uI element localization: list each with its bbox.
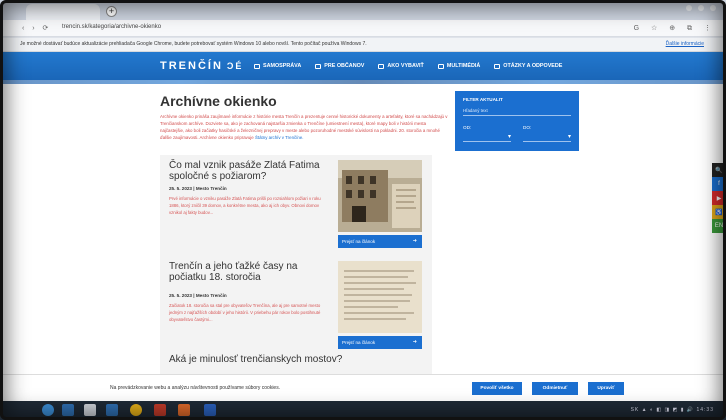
minimize-button[interactable] [686, 5, 692, 11]
people-icon [315, 63, 322, 69]
date-from-select[interactable]: ▾ [463, 133, 511, 142]
search-icon[interactable]: 🔍 [712, 163, 726, 177]
update-infobar: Je možné dostávať budúce aktualizácie pr… [0, 38, 726, 52]
reject-button[interactable]: Odmietnuť [532, 382, 578, 395]
window-controls [686, 5, 716, 11]
app-icon[interactable] [106, 404, 118, 416]
question-icon [494, 63, 501, 69]
chrome-icon[interactable] [130, 404, 142, 416]
close-window-button[interactable] [710, 5, 716, 11]
news-filter: FILTER AKTUALIT Hľadaný text OD: DO: ▾ ▾ [455, 91, 579, 151]
article-title[interactable]: Aká je minulosť trenčianskych mostov? [169, 354, 369, 365]
logo-text: TRENČÍN [160, 60, 223, 72]
infobar-link[interactable]: Ďalšie informácie [666, 41, 704, 47]
start-button[interactable] [42, 404, 54, 416]
article-title[interactable]: Čo mal vznik pasáže Zlatá Fatima spoločn… [169, 160, 334, 182]
app-icon[interactable] [84, 404, 96, 416]
arrow-right-icon: ➜ [412, 238, 417, 244]
article-title[interactable]: Trenčín a jeho ťažké časy na počiatku 18… [169, 261, 334, 283]
nav-item-samosprava[interactable]: SAMOSPRÁVA [254, 63, 301, 69]
building-icon [254, 63, 260, 69]
screen: + ‹ › ⟳ trencin.sk/kategoria/archivne-ok… [0, 0, 726, 420]
nav-item-otazky[interactable]: OTÁZKY A ODPOVEDE [494, 63, 562, 69]
site-logo[interactable]: TRENČÍN ƆÉ [160, 60, 243, 72]
to-label: DO: [523, 125, 532, 130]
read-article-button[interactable]: Prejsť na článok ➜ [338, 336, 422, 349]
nav-buttons[interactable]: ‹ › ⟳ [22, 24, 51, 32]
arrow-right-icon: ➜ [412, 339, 417, 345]
page-title: Archívne okienko [160, 93, 277, 109]
page-content: Archívne okienko Archívne okienko prináš… [0, 84, 726, 379]
article-document-image[interactable] [338, 261, 422, 333]
nav-item-ako-vybavit[interactable]: AKO VYBAVIŤ [378, 63, 424, 69]
cookie-text: Na prevádzkovanie webu a analýzu návštev… [110, 385, 281, 391]
intro-text: Archívne okienko prináša zaujímavé infor… [160, 114, 448, 140]
main-menu: SAMOSPRÁVA PRE OBČANOV AKO VYBAVIŤ MULTI… [254, 63, 562, 69]
explorer-icon[interactable] [62, 404, 74, 416]
article-excerpt: Prvé informácie o vzniku pasáže Zlatá Fa… [169, 196, 321, 215]
search-input[interactable]: Hľadaný text [463, 107, 571, 116]
taskbar: SK ▲ ◐ ◧ ◨ ◩ ▮ 🔊 14:33 [0, 401, 726, 420]
app-icon[interactable] [178, 404, 190, 416]
media-icon [437, 63, 444, 69]
new-tab-button[interactable]: + [106, 6, 117, 17]
from-label: OD: [463, 125, 472, 130]
date-to-select[interactable]: ▾ [523, 133, 571, 142]
language-icon[interactable]: EN [712, 219, 726, 233]
facebook-icon[interactable]: f [712, 177, 726, 191]
word-icon[interactable] [204, 404, 216, 416]
article-card: Čo mal vznik pasáže Zlatá Fatima spoločn… [160, 155, 432, 257]
system-tray[interactable]: SK ▲ ◐ ◧ ◨ ◩ ▮ 🔊 14:33 [631, 407, 714, 413]
read-article-button[interactable]: Prejsť na článok ➜ [338, 235, 422, 248]
url-field[interactable]: trencin.sk/kategoria/archivne-okienko [62, 24, 161, 30]
side-toolbar: 🔍 f ▶ ♿ EN [712, 163, 726, 233]
check-icon [378, 63, 385, 69]
toolbar-icons[interactable]: G ☆ ⊕ ⧉ ⋮ [634, 24, 716, 33]
chevron-down-icon: ▾ [507, 134, 511, 140]
maximize-button[interactable] [698, 5, 704, 11]
article-meta: 25. 5. 2023 | Mesto Trenčín [169, 293, 227, 298]
nav-item-multimedia[interactable]: MULTIMÉDIÁ [437, 63, 480, 69]
browser-tab[interactable] [26, 4, 100, 20]
article-photo[interactable] [338, 160, 422, 232]
chevron-down-icon: ▾ [567, 134, 571, 140]
archive-link[interactable]: Štátny archív v Trenčíne. [255, 135, 304, 140]
app-icon[interactable] [154, 404, 166, 416]
article-excerpt: Začiatok 18. storočia sa stal pre obyvat… [169, 303, 321, 322]
accessibility-icon[interactable]: ♿ [712, 205, 726, 219]
address-bar-row: ‹ › ⟳ trencin.sk/kategoria/archivne-okie… [0, 20, 726, 37]
cookie-banner: Na prevádzkovanie webu a analýzu návštev… [0, 374, 726, 401]
site-navigation: TRENČÍN ƆÉ SAMOSPRÁVA PRE OBČANOV AKO VYB… [0, 52, 726, 84]
filter-title: FILTER AKTUALIT [463, 97, 503, 102]
infobar-text: Je možné dostávať budúce aktualizácie pr… [20, 41, 367, 47]
customize-button[interactable]: Upraviť [588, 382, 624, 395]
youtube-icon[interactable]: ▶ [712, 191, 726, 205]
browser-titlebar: + [0, 0, 726, 20]
nav-item-pre-obcanov[interactable]: PRE OBČANOV [315, 63, 364, 69]
article-card: Trenčín a jeho ťažké časy na počiatku 18… [160, 256, 432, 358]
article-meta: 25. 5. 2023 | Mesto Trenčín [169, 186, 227, 191]
accept-all-button[interactable]: Povoliť všetko [472, 382, 522, 395]
logo-mark: ƆÉ [226, 61, 244, 71]
